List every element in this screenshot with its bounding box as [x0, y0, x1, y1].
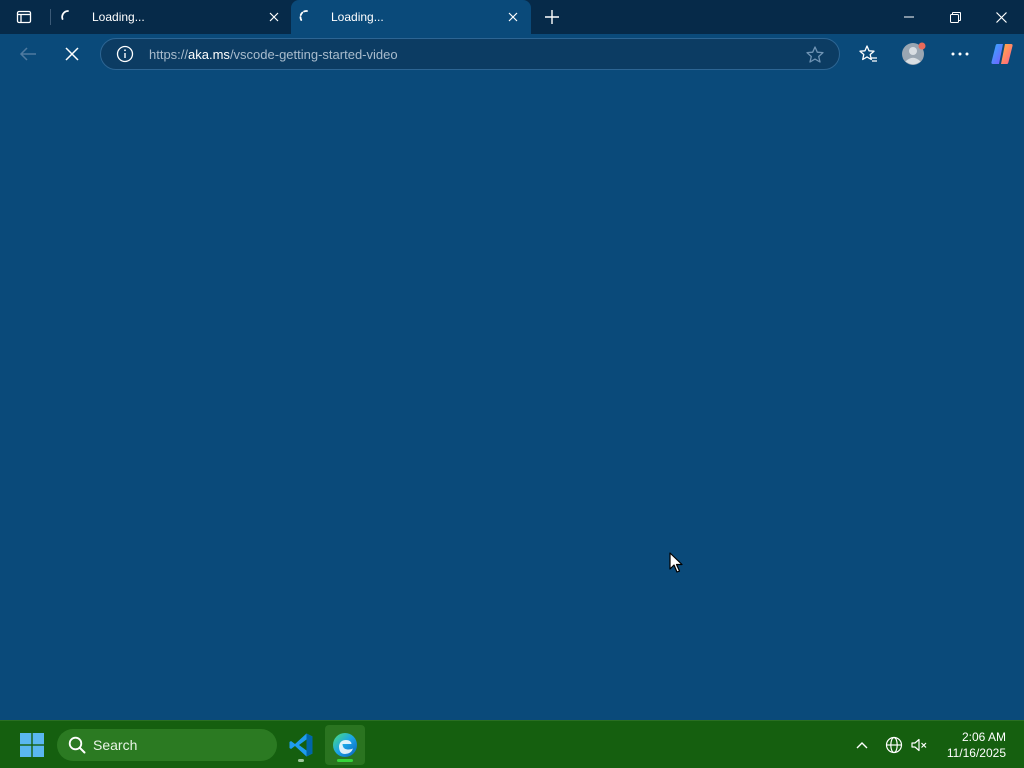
star-icon[interactable] — [805, 45, 825, 65]
url-text[interactable]: https://aka.ms/vscode-getting-started-vi… — [149, 47, 398, 62]
favorites-button[interactable] — [852, 38, 884, 70]
back-button[interactable] — [12, 38, 44, 70]
favorites-icon — [859, 45, 877, 62]
loading-spinner-icon — [61, 10, 69, 20]
profile-icon — [902, 42, 926, 65]
search-icon — [68, 736, 86, 754]
stop-loading-button[interactable] — [56, 38, 88, 70]
plus-icon — [545, 10, 559, 24]
running-indicator — [298, 759, 304, 762]
restore-button[interactable] — [932, 0, 978, 34]
profile-button[interactable] — [898, 38, 930, 70]
taskbar: Search 2:06 AM 11/16/2025 — [0, 720, 1024, 768]
start-button[interactable] — [12, 725, 52, 765]
mouse-cursor-icon — [669, 552, 683, 573]
loading-spinner-icon — [299, 10, 308, 22]
new-tab-button[interactable] — [540, 5, 564, 29]
browser-toolbar: https://aka.ms/vscode-getting-started-vi… — [0, 34, 1024, 74]
edge-icon — [333, 733, 357, 757]
copilot-button[interactable] — [986, 38, 1018, 70]
taskbar-app-edge[interactable] — [325, 725, 365, 765]
taskbar-clock[interactable]: 2:06 AM 11/16/2025 — [936, 729, 1006, 761]
tab-actions-icon — [16, 10, 32, 24]
close-window-button[interactable] — [978, 0, 1024, 34]
close-icon — [65, 47, 79, 61]
taskbar-app-vscode[interactable] — [281, 725, 321, 765]
tab-close-button[interactable] — [505, 9, 521, 25]
globe-icon — [885, 736, 903, 754]
vscode-icon — [289, 733, 313, 757]
tab-title: Loading... — [92, 10, 145, 24]
tab-close-button[interactable] — [266, 9, 282, 25]
minimize-icon — [904, 16, 914, 18]
volume-button[interactable] — [907, 733, 931, 757]
clock-date: 11/16/2025 — [946, 746, 1006, 760]
copilot-icon — [991, 44, 1013, 64]
taskbar-search-box[interactable]: Search — [57, 729, 277, 761]
browser-tab-1[interactable]: Loading... — [52, 0, 292, 34]
minimize-button[interactable] — [886, 0, 932, 34]
browser-tab-2[interactable]: Loading... — [291, 0, 531, 34]
search-label: Search — [93, 737, 138, 753]
restore-icon — [949, 11, 961, 23]
active-indicator — [337, 759, 353, 762]
more-icon — [951, 52, 969, 56]
speaker-muted-icon — [911, 738, 927, 752]
show-hidden-icons-button[interactable] — [850, 733, 874, 757]
network-button[interactable] — [882, 733, 906, 757]
windows-logo-icon — [20, 733, 44, 757]
address-bar[interactable]: https://aka.ms/vscode-getting-started-vi… — [100, 38, 840, 70]
close-icon — [269, 12, 279, 22]
url-prefix: https:// — [149, 46, 189, 62]
info-icon — [116, 45, 134, 63]
tab-title: Loading... — [331, 10, 384, 24]
site-info-button[interactable] — [101, 39, 149, 69]
close-icon — [508, 12, 518, 22]
chevron-up-icon — [856, 742, 868, 749]
more-button[interactable] — [944, 38, 976, 70]
url-host: aka.ms — [188, 46, 230, 62]
back-arrow-icon — [19, 47, 36, 61]
close-icon — [995, 11, 1007, 23]
clock-time: 2:06 AM — [961, 730, 1006, 744]
page-content[interactable] — [0, 74, 1024, 720]
tab-separator — [50, 9, 51, 25]
url-path: /vscode-getting-started-video — [229, 46, 398, 62]
tab-actions-button[interactable] — [0, 0, 48, 34]
